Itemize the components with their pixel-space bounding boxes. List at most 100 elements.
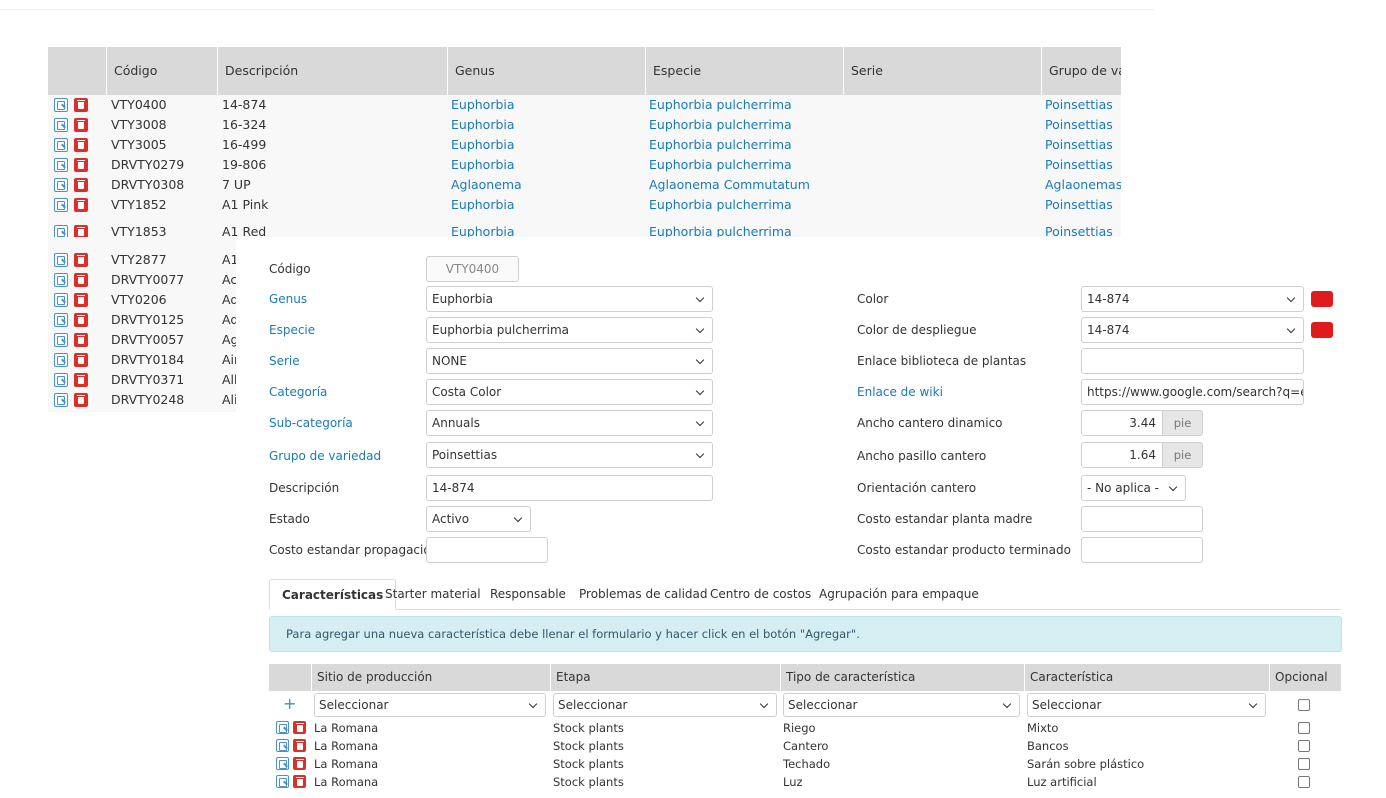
opcional-checkbox[interactable]	[1298, 722, 1310, 734]
edit-icon[interactable]	[54, 158, 68, 172]
table-row[interactable]: DRVTY0184 Ain	[48, 350, 236, 370]
table-row[interactable]: La Romana Stock plants Techado Sarán sob…	[269, 755, 1341, 773]
serie-select[interactable]: NONE	[426, 348, 713, 374]
ancho-cantero-input[interactable]: 3.44	[1081, 410, 1163, 436]
cell-especie-link[interactable]: Euphorbia pulcherrima	[649, 195, 839, 215]
tab-agrupacion-empaque[interactable]: Agrupación para empaque	[807, 579, 991, 610]
trash-icon[interactable]	[74, 98, 88, 112]
opcional-checkbox[interactable]	[1298, 740, 1310, 752]
trash-icon[interactable]	[74, 333, 88, 347]
categoria-label-link[interactable]: Categoría	[269, 384, 327, 400]
opcional-checkbox[interactable]	[1298, 699, 1310, 711]
caracteristica-select[interactable]: Seleccionar	[1027, 693, 1266, 717]
edit-icon[interactable]	[54, 178, 68, 192]
cell-genus-link[interactable]: Euphorbia	[451, 222, 641, 237]
trash-icon[interactable]	[293, 721, 306, 734]
tab-problemas-calidad[interactable]: Problemas de calidad	[567, 579, 720, 610]
cell-especie-link[interactable]: Euphorbia pulcherrima	[649, 115, 839, 135]
table-row[interactable]: VTY1853 A1 Red Euphorbia Euphorbia pulch…	[48, 222, 1121, 237]
cell-grupo-link[interactable]: Poinsettias	[1045, 95, 1121, 115]
cell-genus-link[interactable]: Euphorbia	[451, 155, 641, 175]
grupo-select[interactable]: Poinsettias	[426, 442, 713, 468]
cell-grupo-link[interactable]: Poinsettias	[1045, 155, 1121, 175]
trash-icon[interactable]	[74, 178, 88, 192]
edit-icon[interactable]	[276, 775, 289, 788]
cell-genus-link[interactable]: Euphorbia	[451, 195, 641, 215]
trash-icon[interactable]	[74, 225, 88, 237]
color-despliegue-select[interactable]: 14-874	[1081, 317, 1304, 343]
trash-icon[interactable]	[74, 198, 88, 212]
serie-label-link[interactable]: Serie	[269, 353, 300, 369]
subcategoria-label-link[interactable]: Sub-categoría	[269, 415, 353, 431]
sitio-select[interactable]: Seleccionar	[314, 693, 546, 717]
cell-especie-link[interactable]: Aglaonema Commutatum	[649, 175, 839, 195]
edit-icon[interactable]	[276, 739, 289, 752]
orientacion-select[interactable]: - No aplica -	[1081, 475, 1186, 501]
cell-grupo-link[interactable]: Poinsettias	[1045, 195, 1121, 215]
tab-centro-costos[interactable]: Centro de costos	[698, 579, 823, 610]
table-row[interactable]: La Romana Stock plants Riego Mixto	[269, 719, 1341, 737]
trash-icon[interactable]	[74, 373, 88, 387]
enlace-wiki-input[interactable]: https://www.google.com/search?q=euphor	[1081, 379, 1304, 405]
trash-icon[interactable]	[293, 775, 306, 788]
column-header-grupo[interactable]: Grupo de vari	[1042, 47, 1121, 95]
column-header-genus[interactable]: Genus	[448, 47, 646, 95]
tipo-select[interactable]: Seleccionar	[783, 693, 1020, 717]
table-row[interactable]: VTY3008 16-324 Euphorbia Euphorbia pulch…	[48, 115, 1121, 135]
table-row[interactable]: La Romana Stock plants Luz Luz artificia…	[269, 773, 1341, 791]
edit-icon[interactable]	[54, 253, 68, 267]
trash-icon[interactable]	[293, 739, 306, 752]
table-row[interactable]: VTY2877 A1	[48, 250, 236, 270]
cell-grupo-link[interactable]: Aglaonemas	[1045, 175, 1121, 195]
trash-icon[interactable]	[293, 757, 306, 770]
cell-especie-link[interactable]: Euphorbia pulcherrima	[649, 135, 839, 155]
trash-icon[interactable]	[74, 293, 88, 307]
table-row[interactable]: DRVTY0248 Ali	[48, 390, 236, 410]
trash-icon[interactable]	[74, 393, 88, 407]
cell-especie-link[interactable]: Euphorbia pulcherrima	[649, 155, 839, 175]
table-row[interactable]: DRVTY0125 Ad	[48, 310, 236, 330]
cell-genus-link[interactable]: Euphorbia	[451, 135, 641, 155]
edit-icon[interactable]	[54, 118, 68, 132]
edit-icon[interactable]	[54, 293, 68, 307]
cell-grupo-link[interactable]: Poinsettias	[1045, 115, 1121, 135]
table-row[interactable]: DRVTY0057 Ag	[48, 330, 236, 350]
edit-icon[interactable]	[54, 138, 68, 152]
column-header-descripcion[interactable]: Descripción	[218, 47, 448, 95]
edit-icon[interactable]	[54, 198, 68, 212]
genus-label-link[interactable]: Genus	[269, 291, 307, 307]
opcional-checkbox[interactable]	[1298, 758, 1310, 770]
genus-select[interactable]: Euphorbia	[426, 286, 713, 312]
column-header-especie[interactable]: Especie	[646, 47, 844, 95]
table-row[interactable]: DRVTY0077 Acr	[48, 270, 236, 290]
trash-icon[interactable]	[74, 118, 88, 132]
table-row[interactable]: DRVTY0308 7 UP Aglaonema Aglaonema Commu…	[48, 175, 1121, 195]
table-row[interactable]: VTY0400 14-874 Euphorbia Euphorbia pulch…	[48, 95, 1121, 115]
edit-icon[interactable]	[54, 273, 68, 287]
enlace-biblioteca-input[interactable]	[1081, 348, 1304, 374]
edit-icon[interactable]	[54, 313, 68, 327]
cell-genus-link[interactable]: Aglaonema	[451, 175, 641, 195]
categoria-select[interactable]: Costa Color	[426, 379, 713, 405]
edit-icon[interactable]	[54, 333, 68, 347]
estado-select[interactable]: Activo	[426, 506, 531, 532]
table-row[interactable]: VTY0206 Ad	[48, 290, 236, 310]
especie-select[interactable]: Euphorbia pulcherrima	[426, 317, 713, 343]
color-select[interactable]: 14-874	[1081, 286, 1304, 312]
opcional-checkbox[interactable]	[1298, 776, 1310, 788]
subcategoria-select[interactable]: Annuals	[426, 410, 713, 436]
cell-especie-link[interactable]: Euphorbia pulcherrima	[649, 95, 839, 115]
costo-propagacion-input[interactable]	[426, 537, 548, 563]
edit-icon[interactable]	[54, 353, 68, 367]
table-row[interactable]: La Romana Stock plants Cantero Bancos	[269, 737, 1341, 755]
cell-genus-link[interactable]: Euphorbia	[451, 115, 641, 135]
plus-icon[interactable]: +	[283, 694, 296, 714]
especie-label-link[interactable]: Especie	[269, 322, 315, 338]
trash-icon[interactable]	[74, 313, 88, 327]
trash-icon[interactable]	[74, 253, 88, 267]
table-row[interactable]: VTY1852 A1 Pink Euphorbia Euphorbia pulc…	[48, 195, 1121, 215]
trash-icon[interactable]	[74, 273, 88, 287]
table-row[interactable]: DRVTY0279 19-806 Euphorbia Euphorbia pul…	[48, 155, 1121, 175]
edit-icon[interactable]	[54, 393, 68, 407]
edit-icon[interactable]	[276, 757, 289, 770]
